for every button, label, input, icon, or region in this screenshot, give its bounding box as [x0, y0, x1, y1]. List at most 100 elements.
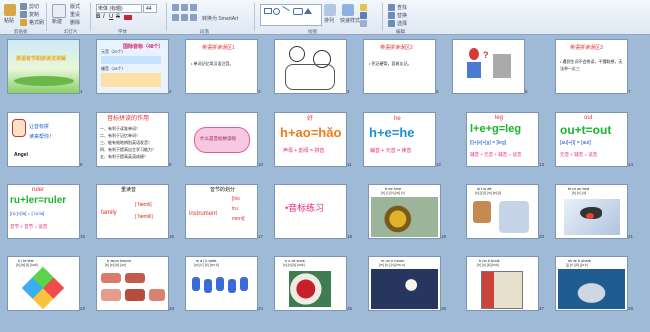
new-slide-icon[interactable] [52, 4, 66, 18]
slide-thumbnail[interactable]: 英语拼读误区2 • 死记硬背，容易忘记。 [364, 40, 435, 93]
slide-bullet: 一、有利于读准单词！ [100, 126, 140, 131]
slide-thumbnail[interactable]: ruler ru+ler=ruler [ru:]+[lə] = [ˈru:lə]… [8, 185, 79, 238]
slide-thumbnail[interactable]: 什么是音标拼读呢 [186, 113, 257, 166]
arrange-icon[interactable] [324, 4, 336, 16]
slide-bullet: 二、有利于记忆单词！ [100, 133, 140, 138]
delete-button[interactable]: 删除 [70, 20, 80, 26]
oval-shape-icon[interactable] [273, 8, 280, 15]
slide-number: 21 [628, 234, 634, 239]
slide-thumbnail[interactable]: s o ck sock [s] [ɒ] [k] [sɒk] [275, 257, 346, 310]
slide-thumbnail[interactable]: sh ar k shark [ʃ] [ɑː] [k] [ʃɑːk] [556, 257, 627, 310]
shape-effects-icon[interactable] [360, 20, 367, 27]
font-size-select[interactable]: 44 [143, 4, 157, 13]
arrange-button[interactable]: 排列 [324, 18, 334, 24]
slide-thumbnail[interactable]: 音节的划分 instrument [ins tru ment] [186, 185, 257, 238]
slide-title: 音节的划分 [210, 187, 236, 193]
slide-number: 22 [80, 306, 86, 311]
slide-ipa: [w] [ɔː] [k] [wɔːk] [194, 263, 219, 267]
cut-icon[interactable] [20, 3, 27, 10]
new-slide-button[interactable]: 新建 [52, 19, 62, 25]
smartart-button[interactable]: 转换为 SmartArt [202, 16, 238, 22]
numbering-icon[interactable] [181, 4, 188, 11]
font-color-icon[interactable] [124, 15, 132, 20]
slide-thumbnail[interactable]: ? [453, 40, 524, 93]
find-button[interactable]: 查找 [397, 5, 407, 11]
slide-number: 10 [258, 162, 264, 167]
slide-thumbnail[interactable]: 英语拼读误区3 • 遇到生词不会拼读，不懂联想，无法举一反三 [556, 40, 627, 93]
replace-button[interactable]: 替换 [397, 13, 407, 19]
slide-thumbnail[interactable]: m oo n moon [m] [uː] [n] [muːn] [369, 257, 440, 310]
select-button[interactable]: 选择 [397, 21, 407, 27]
slide-thumbnail[interactable]: out ou+t=out [au]+[t] = [aut] 元音 + 辅音 = … [556, 113, 627, 166]
triangle-shape-icon[interactable] [304, 8, 312, 14]
slide-title: 英语音节和拼读法讲解 [16, 56, 67, 62]
reset-button[interactable]: 重设 [70, 12, 80, 18]
bullets-icon[interactable] [172, 4, 179, 11]
slide-thumbnail[interactable]: b acon bacon [b] [ei] [k] [ən] [97, 257, 168, 310]
slide-thumbnail[interactable] [275, 40, 346, 93]
slide-thumbnail[interactable]: leg l+e+g=leg [l]+[e]+[g] = [leg] 辅音 + 元… [467, 113, 538, 166]
chair-illustration [473, 201, 491, 223]
font-name-select[interactable]: 宋体 (标题) [96, 4, 142, 13]
italic-icon[interactable]: I [103, 14, 105, 20]
slide-text: 什么是音标拼读呢 [200, 136, 236, 141]
bacon-photo [125, 273, 145, 283]
shape-outline-icon[interactable] [360, 12, 367, 19]
slide-ipa: [ˈfæmli] [135, 202, 152, 208]
select-icon[interactable] [388, 20, 395, 27]
slide-ipa: [k] [ai] [t] [kait] [16, 263, 38, 267]
slide-thumbnail[interactable]: b oo k book [b] [u] [k] [buk] [467, 257, 538, 310]
slide-thumbnail[interactable]: si t w ait [s] [i] [t] [w] [ei] [t] [467, 185, 538, 238]
paste-icon[interactable] [4, 4, 16, 16]
slide-thumbnail[interactable]: 好 h+ao=hǎo 声母 + 韵母 = 拼音 [275, 113, 346, 166]
align-right-icon[interactable] [190, 14, 197, 21]
quick-styles-icon[interactable] [342, 4, 354, 16]
copy-icon[interactable] [20, 11, 27, 18]
slide-thumbnail[interactable]: w a l k walk [w] [ɔː] [k] [wɔːk] [186, 257, 257, 310]
slide-number: 17 [258, 234, 264, 239]
slide-thumbnail[interactable]: 音标拼读的作用 一、有利于读准单词！ 二、有利于记忆单词！ 三、能有效地辨别英语… [97, 113, 168, 166]
replace-icon[interactable] [388, 12, 395, 19]
ribbon-separator [46, 3, 47, 31]
shape-fill-icon[interactable] [360, 4, 367, 11]
slide-thumbnail[interactable]: •音标练习 [275, 185, 346, 238]
slide-formula: h+e=he [369, 125, 415, 140]
slide-number: 26 [441, 306, 447, 311]
slide-thumbnail[interactable]: k i te kite [k] [ai] [t] [kait] [8, 257, 79, 310]
slide-thumbnail[interactable]: 国际音标（48个） 元音（20个） 辅音（28个） [97, 40, 168, 93]
format-painter-button[interactable]: 格式刷 [29, 20, 44, 26]
slide-text: 读来帮你！ [29, 134, 55, 140]
font-size-value: 44 [146, 6, 152, 12]
bold-icon[interactable]: B [96, 14, 100, 20]
slide-number: 3 [258, 89, 261, 94]
underline-icon[interactable]: U [109, 14, 113, 20]
slide-thumbnail[interactable]: 重读音 family [ˈfæmli] [ˈfæmili] [97, 185, 168, 238]
slide-thumbnail[interactable]: 让音标拼 读来帮你！ Angel [8, 113, 79, 166]
format-painter-icon[interactable] [20, 19, 27, 26]
slide-formula: ou+t=out [560, 123, 612, 137]
slide-body: • 单词记忆用汉语注音。 [191, 61, 234, 66]
ribbon-separator [166, 3, 167, 31]
indent-icon[interactable] [190, 4, 197, 11]
shark-photo [558, 269, 625, 309]
slide-thumbnail[interactable]: 英语音节和拼读法讲解 [8, 40, 79, 93]
shapes-gallery[interactable] [260, 4, 322, 26]
slide-thumbnail[interactable]: bi rd on bird [b] [ɜː] [d] [556, 185, 627, 238]
bee-photo [371, 197, 438, 237]
layout-button[interactable]: 版式 [70, 4, 80, 10]
quick-styles-button[interactable]: 快速样式 [340, 18, 360, 24]
align-left-icon[interactable] [172, 14, 179, 21]
strikethrough-icon[interactable]: S [116, 14, 120, 20]
copy-button[interactable]: 复制 [29, 12, 39, 18]
slide-thumbnail[interactable]: 英语拼读误区1 • 单词记忆用汉语注音。 [186, 40, 257, 93]
find-icon[interactable] [388, 4, 395, 11]
cut-button[interactable]: 剪切 [29, 4, 39, 10]
slide-thumbnail[interactable]: he h+e=he 辅音 + 元音 = 读音 [364, 113, 435, 166]
align-center-icon[interactable] [181, 14, 188, 21]
rectangle-shape-icon[interactable] [264, 8, 272, 14]
slide-thumbnail[interactable]: b ee hive [b] [iː] [h] [ai] [v] [369, 185, 440, 238]
paste-button[interactable]: 粘贴 [4, 18, 14, 24]
rounded-rect-shape-icon[interactable] [293, 8, 303, 15]
line-shape-icon[interactable] [282, 6, 290, 11]
slide-ipa: [b] [iː] [h] [ai] [v] [381, 191, 405, 195]
